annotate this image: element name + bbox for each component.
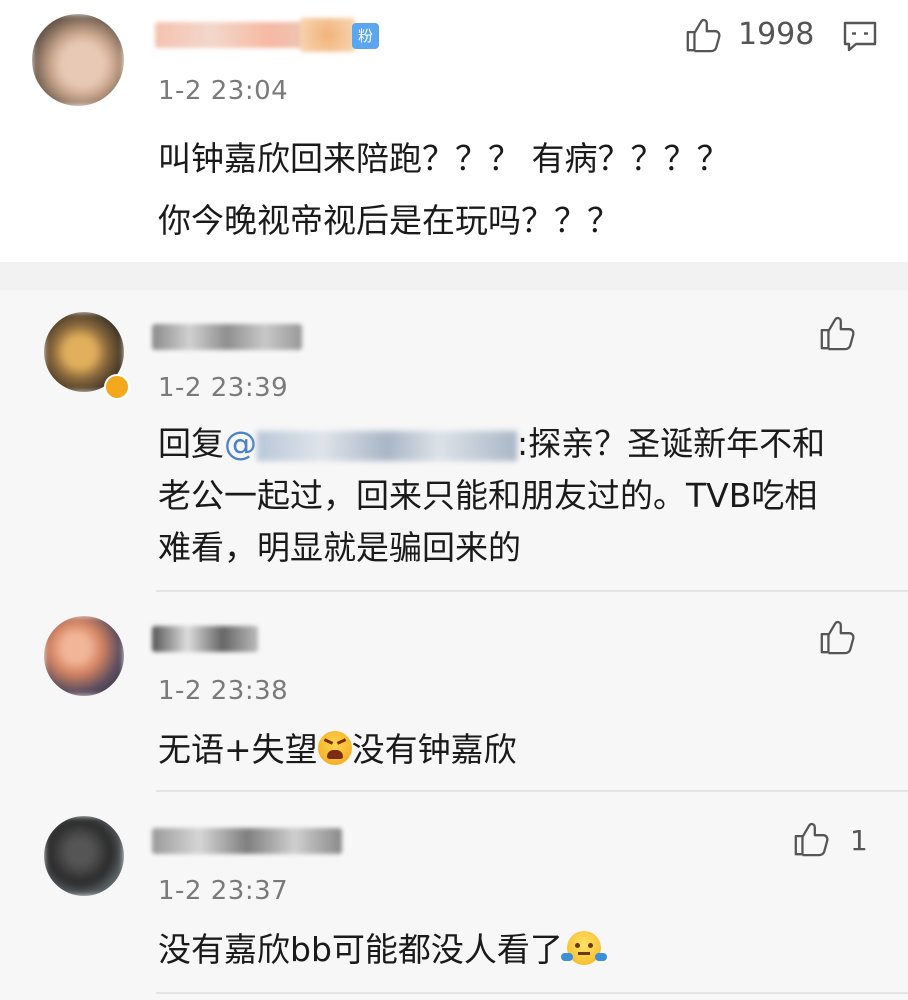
reply-text-line: 回复@ :探亲？圣诞新年不和: [158, 418, 825, 470]
section-separator: [0, 262, 908, 290]
timestamp: 1-2 23:39: [158, 373, 289, 403]
reply-text-segment: :探亲？圣诞新年不和: [517, 424, 826, 463]
mention-link[interactable]: @: [224, 424, 517, 463]
thumbs-up-icon[interactable]: [818, 618, 856, 656]
reply-text-line: 难看，明显就是骗回来的: [158, 528, 521, 567]
divider: [156, 992, 908, 994]
thumbs-up-icon[interactable]: [684, 16, 722, 54]
thumbs-up-icon[interactable]: [818, 314, 856, 352]
fan-badge: 粉: [352, 23, 380, 49]
mention-at: @: [224, 424, 257, 463]
timestamp: 1-2 23:37: [158, 876, 289, 906]
verified-badge-icon: [104, 374, 130, 400]
reply-text-segment: 无语+失望: [158, 730, 318, 769]
mention-username-blur: [257, 430, 517, 461]
reply-text: 回复@ :探亲？圣诞新年不和 老公一起过，回来只能和朋友过的。TVB吃相 难看，明…: [158, 418, 825, 574]
like-count: 1: [850, 824, 868, 857]
divider: [156, 790, 908, 792]
main-comment: 粉 1-2 23:04 1998 叫钟嘉欣回来陪跑？？？ 有病？？？？ 你今晚视…: [0, 0, 908, 262]
comment-text-line: 叫钟嘉欣回来陪跑？？？ 有病？？？？: [158, 139, 730, 178]
comment-text-line: 你今晚视帝视后是在玩吗？？？: [158, 201, 620, 240]
reply-text: 没有嘉欣bb可能都没人看了: [158, 922, 607, 978]
thumbs-up-icon[interactable]: [792, 820, 830, 858]
fan-badge-label: 粉: [358, 27, 374, 45]
timestamp: 1-2 23:38: [158, 676, 289, 706]
comment-icon[interactable]: [842, 20, 878, 52]
reply-text-line: 老公一起过，回来只能和朋友过的。TVB吃相: [158, 476, 818, 515]
username[interactable]: [152, 626, 258, 652]
shrug-emoji-icon: [560, 931, 607, 965]
reply-text-segment: 没有钟嘉欣: [351, 730, 517, 769]
username[interactable]: [152, 324, 302, 350]
username[interactable]: [152, 828, 342, 854]
divider: [156, 590, 908, 592]
reply-text: 无语+失望 没有钟嘉欣: [158, 722, 517, 778]
reply-prefix: 回复: [158, 424, 224, 463]
angry-face-emoji-icon: [317, 731, 352, 765]
like-count: 1998: [738, 17, 815, 52]
avatar[interactable]: [44, 616, 124, 696]
comment-text: 叫钟嘉欣回来陪跑？？？ 有病？？？？ 你今晚视帝视后是在玩吗？？？: [158, 131, 730, 249]
timestamp: 1-2 23:04: [158, 76, 289, 106]
reply-text-segment: 没有嘉欣bb可能都没人看了: [158, 930, 563, 969]
reply-list: 1-2 23:39 回复@ :探亲？圣诞新年不和 老公一起过，回来只能和朋友过的。…: [0, 290, 908, 1000]
avatar[interactable]: [32, 14, 124, 106]
username-decoration: [300, 18, 355, 52]
avatar[interactable]: [44, 816, 124, 896]
